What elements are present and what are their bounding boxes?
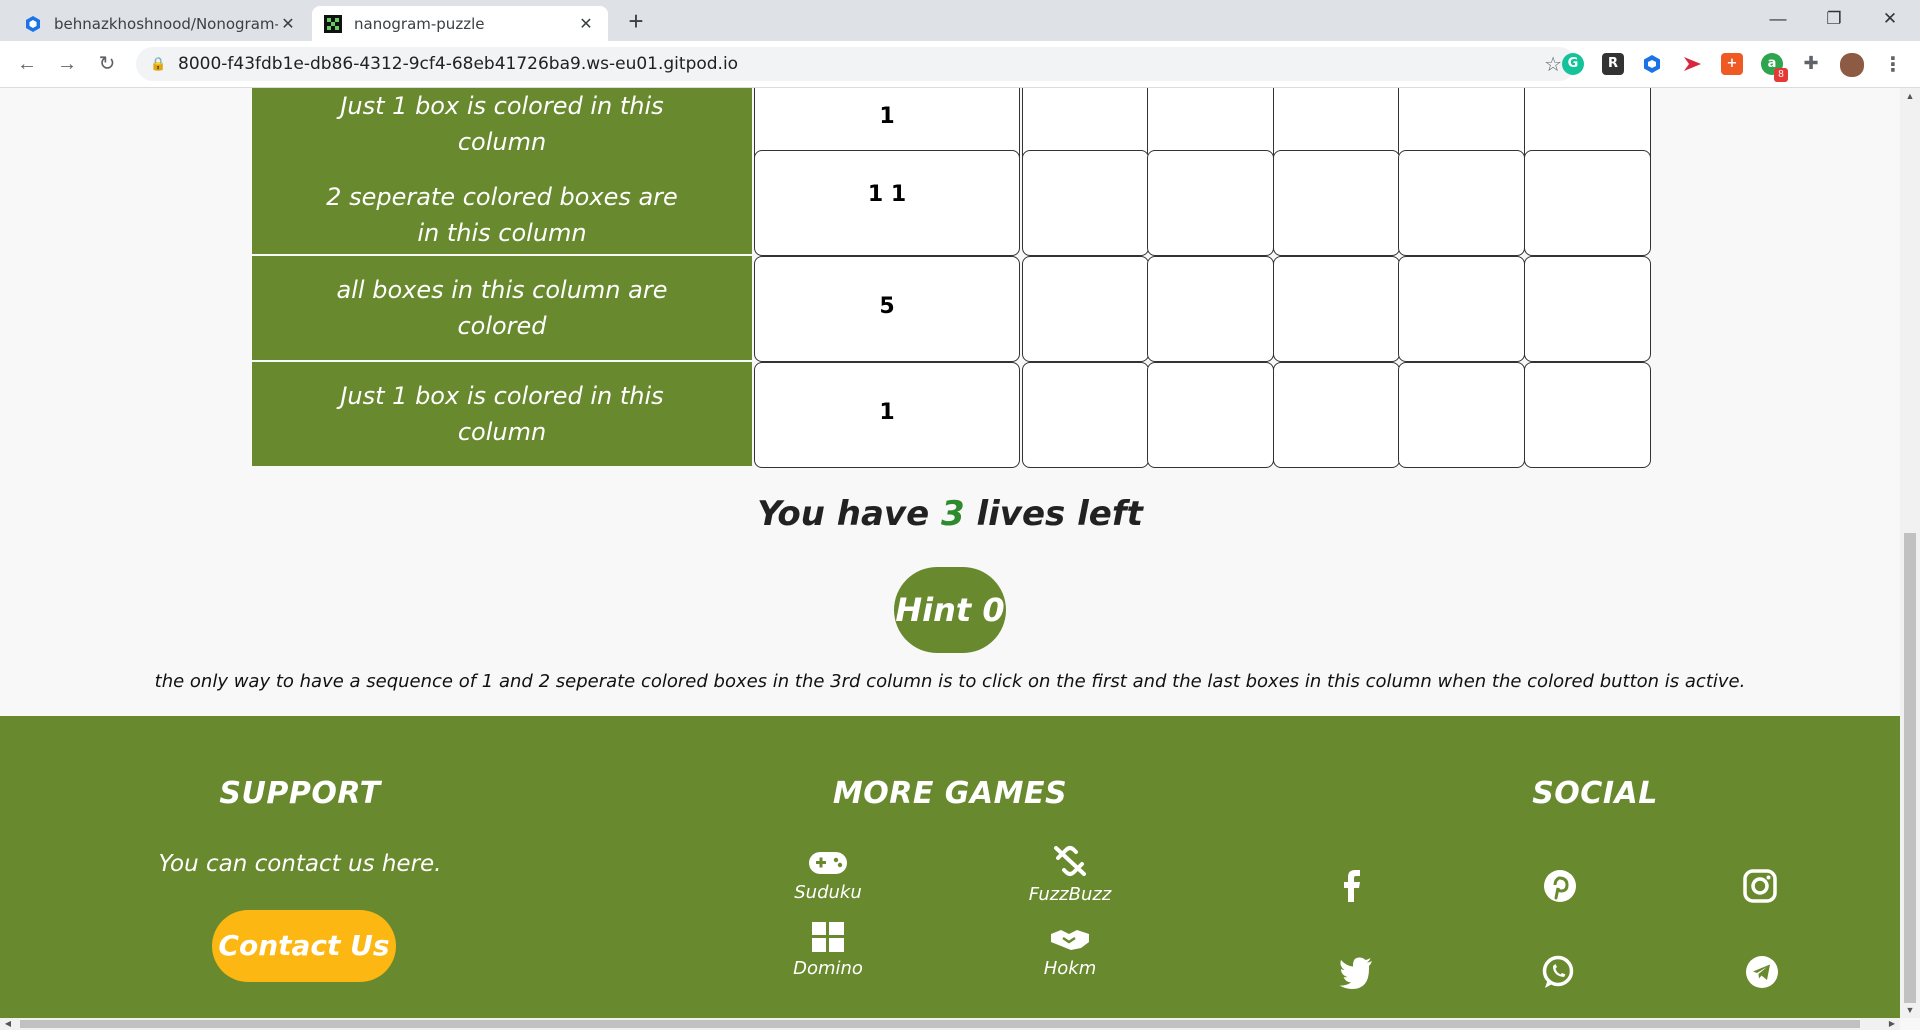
address-bar: ← → ↻ 🔒 8000-f43fdb1e-db86-4312-9cf4-68e… xyxy=(0,41,1920,88)
grid-box[interactable] xyxy=(1022,150,1149,256)
horizontal-scrollbar[interactable]: ◀ ▶ xyxy=(0,1018,1900,1030)
plus-extension-icon[interactable]: + xyxy=(1721,53,1743,75)
lock-icon: 🔒 xyxy=(150,56,167,72)
grid-box[interactable] xyxy=(1273,150,1400,256)
grid-box[interactable] xyxy=(1273,256,1400,362)
game-link-suduku[interactable]: Suduku xyxy=(758,850,898,903)
game-label: Domino xyxy=(793,958,863,979)
forward-icon[interactable]: → xyxy=(52,49,82,79)
row-clue: 1 xyxy=(754,362,1020,468)
scroll-up-icon[interactable]: ▲ xyxy=(1900,88,1920,104)
tab-title: behnazkhoshnood/Nonogram-p xyxy=(54,14,278,33)
page: Just 1 box is colored in this column 1 2… xyxy=(0,88,1900,1018)
more-games-heading: MORE GAMES xyxy=(832,776,1068,811)
twitter-icon[interactable] xyxy=(1338,954,1374,990)
reload-icon[interactable]: ↻ xyxy=(92,49,122,79)
telegram-icon[interactable] xyxy=(1744,954,1780,990)
game-link-fuzzbuzz[interactable]: FuzzBuzz xyxy=(1000,844,1140,905)
vertical-scrollbar[interactable]: ▲ ▼ xyxy=(1900,88,1920,1018)
grid-box[interactable] xyxy=(1147,256,1274,362)
game-label: Suduku xyxy=(794,882,862,903)
game-link-domino[interactable]: Domino xyxy=(758,922,898,979)
grid-box[interactable] xyxy=(1398,256,1525,362)
row-clue: 5 xyxy=(754,256,1020,362)
hint-text: the only way to have a sequence of 1 and… xyxy=(154,671,1746,692)
grid-box[interactable] xyxy=(1147,362,1274,468)
row-clue: 1 1 xyxy=(754,150,1020,256)
puzzle-row: Just 1 box is colored in this column 1 xyxy=(252,362,1651,468)
grid-icon xyxy=(812,922,844,952)
lives-prefix: You have xyxy=(757,494,930,534)
whatsapp-icon[interactable] xyxy=(1540,954,1576,990)
grid-box[interactable] xyxy=(1524,256,1651,362)
grid-box[interactable] xyxy=(1022,256,1149,362)
broken-link-icon xyxy=(1054,846,1086,876)
gamepad-icon xyxy=(809,852,847,874)
puzzle-row: all boxes in this column are colored 5 xyxy=(252,256,1651,362)
new-tab-button[interactable]: + xyxy=(622,8,650,36)
browser-tab-bar: behnazkhoshnood/Nonogram-p ✕ nanogram-pu… xyxy=(0,0,1920,41)
lives-counter: You have 3 lives left xyxy=(0,494,1900,534)
minimize-icon[interactable]: — xyxy=(1750,0,1806,38)
menu-dots-icon[interactable]: ⋮ xyxy=(1882,53,1904,75)
lives-count: 3 xyxy=(940,494,965,534)
row-hint: 2 seperate colored boxes are in this col… xyxy=(252,150,752,254)
grid-box[interactable] xyxy=(1524,150,1651,256)
scroll-left-icon[interactable]: ◀ xyxy=(0,1018,16,1030)
grid-box[interactable] xyxy=(1524,362,1651,468)
hint-button[interactable]: Hint 0 xyxy=(894,567,1006,653)
r-extension-icon[interactable]: R xyxy=(1602,53,1624,75)
facebook-icon[interactable] xyxy=(1334,868,1370,904)
arrow-extension-icon[interactable] xyxy=(1681,53,1703,75)
pinterest-icon[interactable] xyxy=(1542,868,1578,904)
handshake-icon xyxy=(1051,930,1089,950)
grid-box[interactable] xyxy=(1022,362,1149,468)
instagram-icon[interactable] xyxy=(1742,868,1778,904)
tab-nanogram[interactable]: nanogram-puzzle ✕ xyxy=(312,6,608,41)
lives-suffix: lives left xyxy=(976,494,1143,534)
scrollbar-thumb[interactable] xyxy=(1904,533,1916,1003)
back-icon[interactable]: ← xyxy=(12,49,42,79)
grammarly-icon[interactable]: G xyxy=(1562,53,1584,75)
gitpod-icon xyxy=(26,15,40,32)
game-label: Hokm xyxy=(1043,958,1097,979)
close-icon[interactable]: ✕ xyxy=(576,14,596,33)
puzzle-row: 2 seperate colored boxes are in this col… xyxy=(252,150,1651,256)
tab-title: nanogram-puzzle xyxy=(354,14,485,33)
avatar[interactable] xyxy=(1840,53,1864,77)
game-label: FuzzBuzz xyxy=(1028,884,1112,905)
social-heading: SOCIAL xyxy=(1532,776,1658,811)
support-heading: SUPPORT xyxy=(219,776,381,811)
scroll-down-icon[interactable]: ▼ xyxy=(1900,1002,1920,1018)
game-link-hokm[interactable]: Hokm xyxy=(1000,926,1140,979)
support-text: You can contact us here. xyxy=(158,851,442,877)
close-icon[interactable]: ✕ xyxy=(278,14,298,33)
grid-box[interactable] xyxy=(1398,362,1525,468)
row-hint: all boxes in this column are colored xyxy=(252,256,752,360)
footer: SUPPORT You can contact us here. Contact… xyxy=(0,716,1900,1018)
close-window-icon[interactable]: ✕ xyxy=(1862,0,1918,38)
grid-box[interactable] xyxy=(1398,150,1525,256)
gitpod-extension-icon[interactable] xyxy=(1641,53,1663,75)
url-text: 8000-f43fdb1e-db86-4312-9cf4-68eb41726ba… xyxy=(178,54,739,74)
grid-box[interactable] xyxy=(1147,150,1274,256)
row-hint: Just 1 box is colored in this column xyxy=(252,362,752,466)
restore-icon[interactable]: ❐ xyxy=(1806,0,1862,38)
grid-box[interactable] xyxy=(1273,362,1400,468)
scroll-right-icon[interactable]: ▶ xyxy=(1884,1018,1900,1030)
contact-us-button[interactable]: Contact Us xyxy=(212,910,396,982)
url-field[interactable]: 🔒 8000-f43fdb1e-db86-4312-9cf4-68eb41726… xyxy=(136,47,1576,81)
extension-badge: 8 xyxy=(1774,68,1788,82)
bookmark-star-icon[interactable]: ☆ xyxy=(1544,52,1562,76)
scrollbar-thumb[interactable] xyxy=(20,1020,1860,1028)
puzzle-favicon-icon xyxy=(324,14,342,33)
extensions-puzzle-icon[interactable]: ✚ xyxy=(1800,53,1822,75)
tab-github[interactable]: behnazkhoshnood/Nonogram-p ✕ xyxy=(12,6,310,41)
